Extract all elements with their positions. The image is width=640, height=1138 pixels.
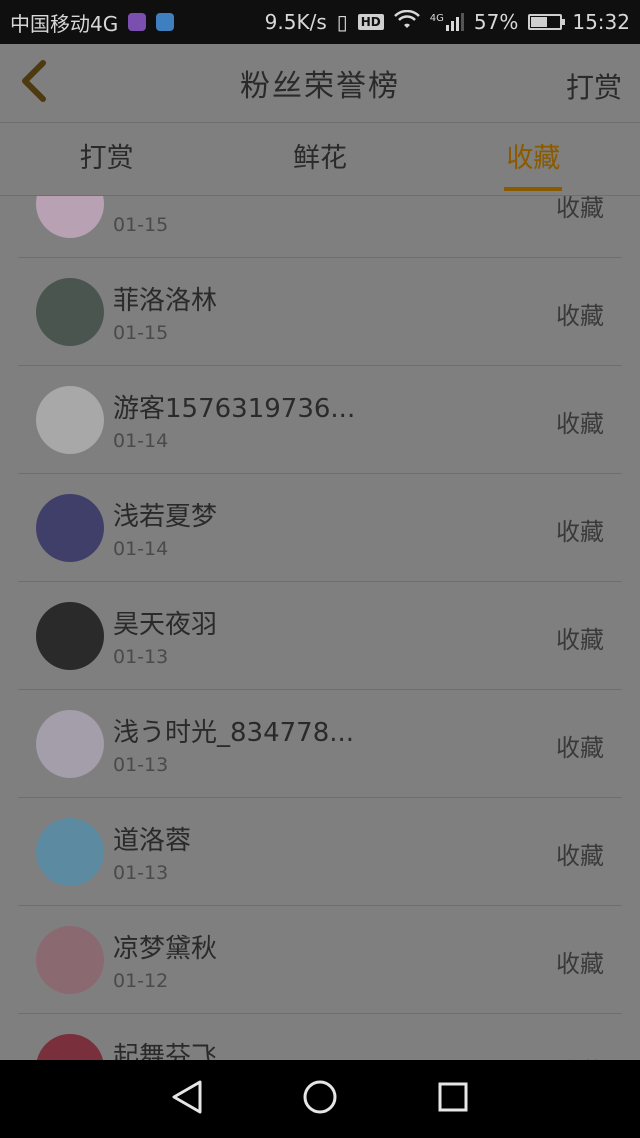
fan-list-content: 01-15 收藏 菲洛洛林 01-15 收藏 游客1576319736... 0… (0, 196, 640, 1060)
circle-home-icon (302, 1079, 338, 1119)
user-name: 凉梦黛秋 (113, 934, 218, 964)
item-action-label: 收藏 (556, 950, 604, 978)
list-item[interactable]: 昊天夜羽 01-13 收藏 (18, 582, 622, 690)
carrier-label: 中国移动4G (10, 11, 119, 36)
item-date: 01-12 (113, 970, 169, 992)
user-name: 浅若夏梦 (113, 502, 218, 532)
nav-home-button[interactable] (300, 1079, 340, 1119)
battery-fill (531, 17, 548, 27)
wifi-app-icon (156, 13, 175, 31)
item-date: 01-14 (113, 538, 169, 560)
page-title: 粉丝荣誉榜 (240, 69, 400, 104)
network-speed: 9.5K/s (264, 10, 327, 34)
avatar (36, 602, 104, 670)
list-item[interactable]: 凉梦黛秋 01-12 收藏 (18, 906, 622, 1014)
system-nav-bar (0, 1060, 640, 1138)
avatar (36, 1034, 104, 1060)
net-type-label: 4G (429, 13, 444, 24)
item-action-label: 收藏 (556, 626, 604, 654)
back-button[interactable] (14, 60, 54, 106)
user-name: 昊天夜羽 (113, 610, 218, 640)
vibrate-icon: ▯ (336, 10, 348, 34)
item-action-label: 收藏 (556, 518, 604, 546)
fan-list[interactable]: 01-15 收藏 菲洛洛林 01-15 收藏 游客1576319736... 0… (0, 196, 640, 1060)
avatar (36, 196, 104, 238)
hd-icon: HD (357, 14, 384, 30)
status-bar-right: 9.5K/s ▯ HD 4G 57% 15:32 (264, 9, 630, 35)
avatar (36, 710, 104, 778)
tab-flowers[interactable]: 鲜花 (213, 123, 426, 195)
item-date: 01-15 (113, 322, 169, 344)
list-item[interactable]: 浅若夏梦 01-14 收藏 (18, 474, 622, 582)
status-bar: 中国移动4G 9.5K/s ▯ HD 4G 57% 15:32 (0, 0, 640, 44)
avatar (36, 818, 104, 886)
square-recents-icon (437, 1081, 469, 1117)
item-action-label: 收藏 (556, 302, 604, 330)
list-item[interactable]: 道洛蓉 01-13 收藏 (18, 798, 622, 906)
item-date: 01-13 (113, 754, 169, 776)
user-name: 菲洛洛林 (113, 286, 218, 316)
user-name: 起舞芬飞 (113, 1042, 218, 1060)
reward-button[interactable]: 打赏 (566, 66, 622, 106)
item-action-label: 收藏 (556, 842, 604, 870)
user-name: 游客1576319736... (113, 394, 356, 424)
battery-percent: 57% (473, 10, 519, 34)
tab-bar: 打赏 鲜花 收藏 (0, 123, 640, 196)
item-date: 01-13 (113, 862, 169, 884)
nav-recents-button[interactable] (433, 1079, 473, 1119)
app-header: 粉丝荣誉榜 打赏 (0, 44, 640, 123)
avatar (36, 926, 104, 994)
item-action-label: 收藏 (556, 734, 604, 762)
list-item[interactable]: 游客1576319736... 01-14 收藏 (18, 366, 622, 474)
avatar (36, 278, 104, 346)
clock: 15:32 (572, 10, 630, 34)
user-name: 浅う时光_834778... (113, 718, 355, 748)
item-action-label: 收藏 (556, 410, 604, 438)
user-name: 道洛蓉 (113, 826, 192, 856)
list-item[interactable]: 菲洛洛林 01-15 收藏 (18, 258, 622, 366)
item-date: 01-14 (113, 430, 169, 452)
avatar (36, 494, 104, 562)
wifi-icon (393, 9, 420, 35)
list-item[interactable]: 浅う时光_834778... 01-13 收藏 (18, 690, 622, 798)
nav-back-button[interactable] (167, 1079, 207, 1119)
item-action-label: 收藏 (556, 1052, 604, 1060)
list-item[interactable]: 01-15 收藏 (18, 196, 622, 258)
chevron-left-icon (19, 59, 49, 107)
item-date: 01-15 (113, 214, 169, 236)
status-bar-left: 中国移动4G (10, 8, 175, 37)
tab-favorites[interactable]: 收藏 (427, 123, 640, 195)
list-item[interactable]: 起舞芬飞 收藏 (18, 1014, 622, 1060)
signal-icon: 4G (430, 13, 464, 31)
avatar (36, 386, 104, 454)
item-date: 01-13 (113, 646, 169, 668)
triangle-back-icon (170, 1079, 204, 1119)
app-notification-icon (128, 13, 147, 31)
item-action-label: 收藏 (556, 196, 604, 222)
battery-icon (528, 14, 566, 30)
tab-reward[interactable]: 打赏 (0, 123, 213, 195)
